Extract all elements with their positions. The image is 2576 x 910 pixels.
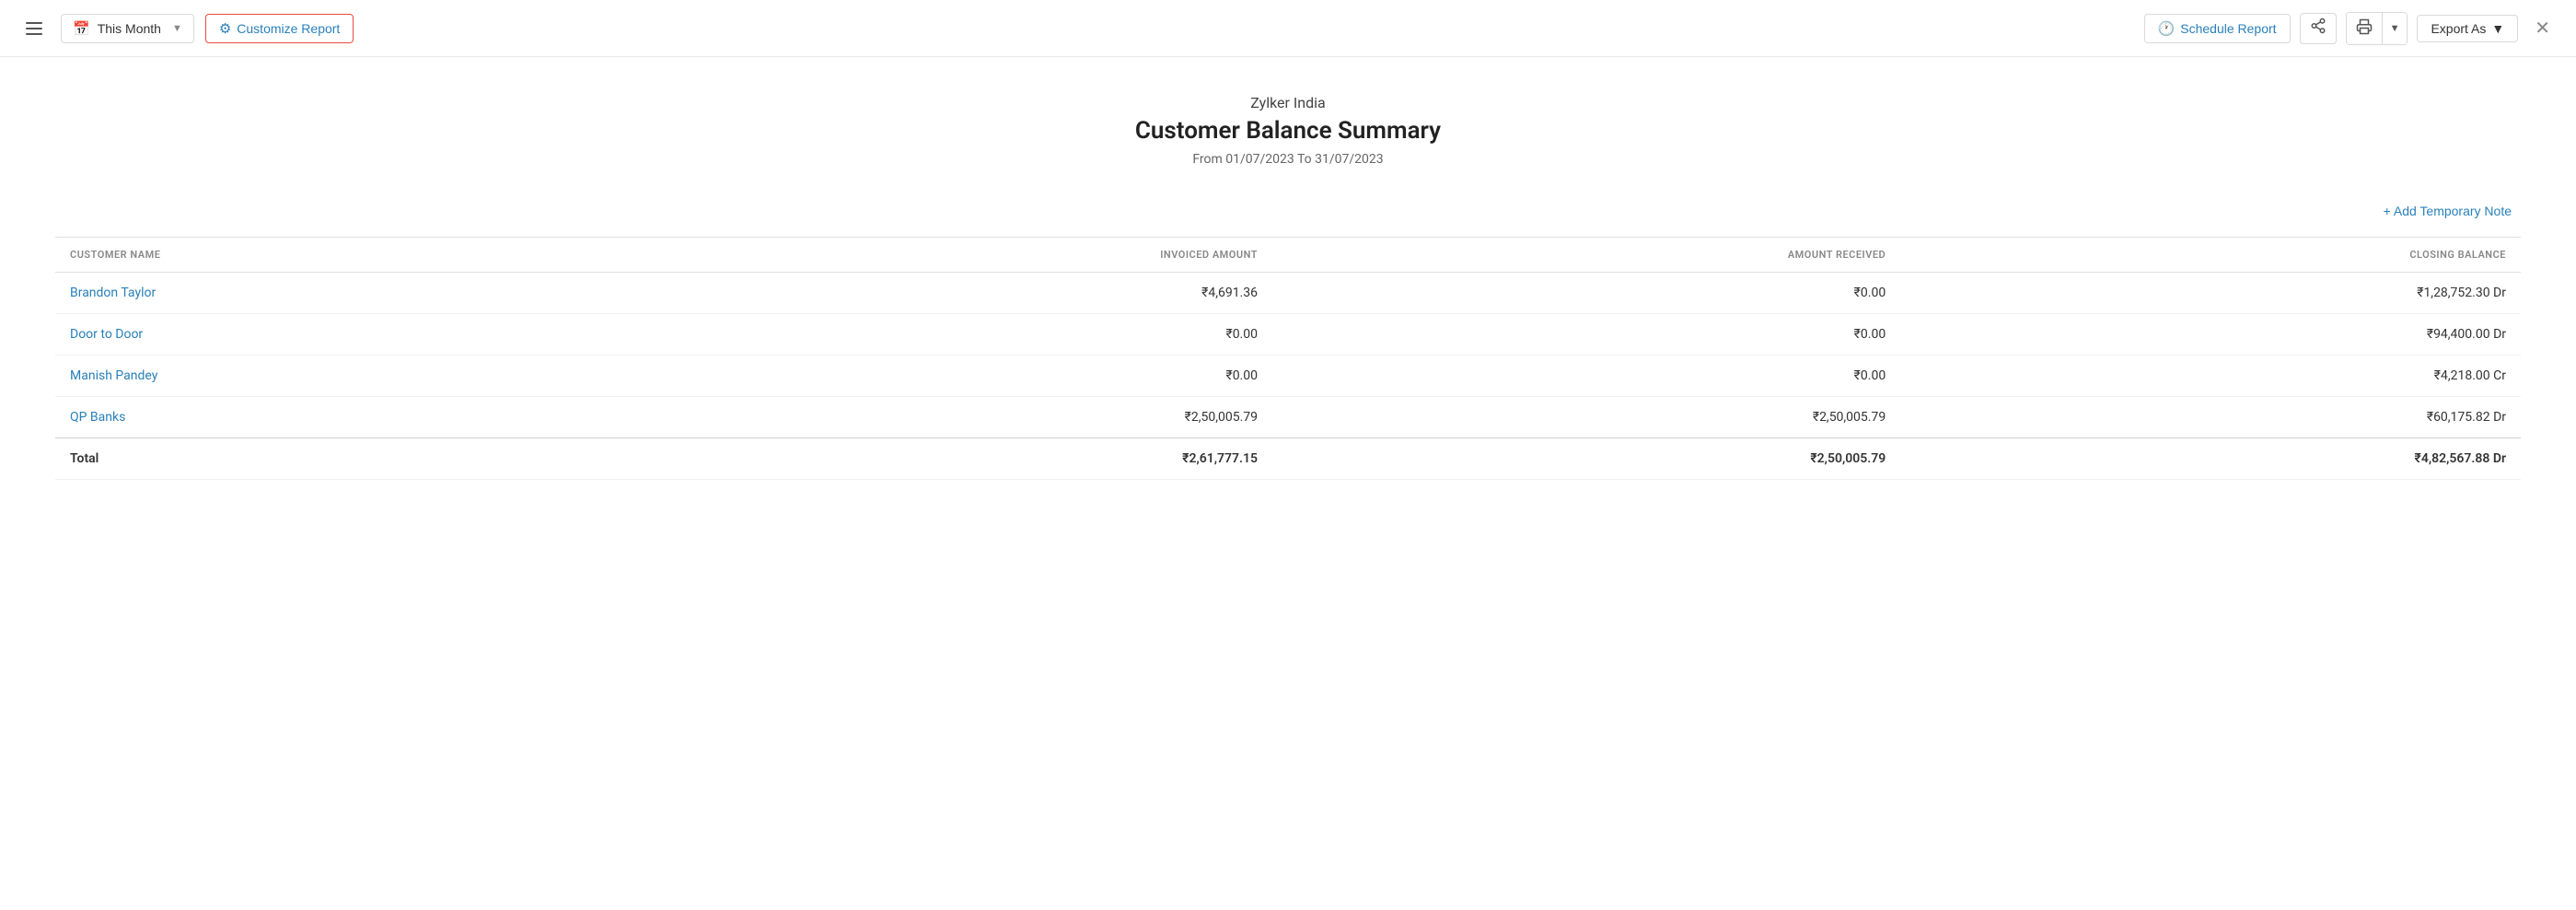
report-content: Zylker India Customer Balance Summary Fr… [0, 57, 2576, 517]
col-invoiced-amount: INVOICED AMOUNT [647, 238, 1272, 273]
print-dropdown-button[interactable]: ▼ [2383, 13, 2408, 44]
table-row: QP Banks ₹2,50,005.79 ₹2,50,005.79 ₹60,1… [55, 397, 2521, 438]
closing-balance-cell: ₹94,400.00 Dr [1900, 314, 2521, 356]
total-row: Total ₹2,61,777.15 ₹2,50,005.79 ₹4,82,56… [55, 438, 2521, 480]
export-label: Export As [2431, 21, 2486, 36]
table-row: Manish Pandey ₹0.00 ₹0.00 ₹4,218.00 Cr [55, 356, 2521, 397]
table-body: Brandon Taylor ₹4,691.36 ₹0.00 ₹1,28,752… [55, 273, 2521, 480]
date-selector-label: This Month [98, 21, 161, 36]
hamburger-line [26, 33, 42, 35]
company-name: Zylker India [55, 94, 2521, 111]
total-closing: ₹4,82,567.88 Dr [1900, 438, 2521, 480]
hamburger-line [26, 22, 42, 24]
total-invoiced: ₹2,61,777.15 [647, 438, 1272, 480]
closing-balance-cell: ₹4,218.00 Cr [1900, 356, 2521, 397]
export-button[interactable]: Export As ▼ [2417, 15, 2518, 42]
share-icon [2310, 18, 2327, 39]
date-selector-button[interactable]: 📅 This Month ▼ [61, 14, 194, 43]
report-date-range: From 01/07/2023 To 31/07/2023 [55, 152, 2521, 167]
print-button[interactable] [2347, 13, 2382, 44]
hamburger-line [26, 28, 42, 29]
header-right: 🕐 Schedule Report [2144, 12, 2558, 45]
header: 📅 This Month ▼ ⚙ Customize Report 🕐 Sche… [0, 0, 2576, 57]
table-row: Door to Door ₹0.00 ₹0.00 ₹94,400.00 Dr [55, 314, 2521, 356]
table-header-row: CUSTOMER NAME INVOICED AMOUNT AMOUNT REC… [55, 238, 2521, 273]
customize-report-label: Customize Report [237, 21, 340, 36]
total-received: ₹2,50,005.79 [1272, 438, 1900, 480]
table-header: CUSTOMER NAME INVOICED AMOUNT AMOUNT REC… [55, 238, 2521, 273]
customer-link-brandon-taylor[interactable]: Brandon Taylor [70, 286, 156, 300]
add-temporary-note-button[interactable]: + Add Temporary Note [2384, 204, 2512, 218]
customer-name-cell: QP Banks [55, 397, 647, 438]
schedule-report-button[interactable]: 🕐 Schedule Report [2144, 14, 2291, 43]
invoiced-amount-cell: ₹4,691.36 [647, 273, 1272, 314]
invoiced-amount-cell: ₹0.00 [647, 356, 1272, 397]
closing-balance-cell: ₹60,175.82 Dr [1900, 397, 2521, 438]
col-amount-received: AMOUNT RECEIVED [1272, 238, 1900, 273]
amount-received-cell: ₹0.00 [1272, 273, 1900, 314]
table-row: Brandon Taylor ₹4,691.36 ₹0.00 ₹1,28,752… [55, 273, 2521, 314]
report-header: Zylker India Customer Balance Summary Fr… [55, 94, 2521, 167]
customer-name-cell: Door to Door [55, 314, 647, 356]
total-label: Total [55, 438, 647, 480]
report-title: Customer Balance Summary [55, 117, 2521, 145]
customer-link-qp-banks[interactable]: QP Banks [70, 410, 125, 425]
share-button[interactable] [2300, 13, 2337, 44]
customer-link-manish-pandey[interactable]: Manish Pandey [70, 368, 157, 383]
col-closing-balance: CLOSING BALANCE [1900, 238, 2521, 273]
close-button[interactable]: ✕ [2527, 13, 2558, 43]
customize-report-button[interactable]: ⚙ Customize Report [205, 14, 354, 43]
gear-icon: ⚙ [219, 20, 231, 37]
schedule-report-label: Schedule Report [2180, 21, 2276, 36]
add-note-label: + Add Temporary Note [2384, 204, 2512, 218]
report-table: CUSTOMER NAME INVOICED AMOUNT AMOUNT REC… [55, 237, 2521, 480]
print-group: ▼ [2346, 12, 2408, 45]
print-icon [2356, 23, 2373, 39]
chevron-down-icon: ▼ [2390, 23, 2400, 34]
clock-icon: 🕐 [2158, 20, 2176, 37]
customer-link-door-to-door[interactable]: Door to Door [70, 327, 143, 342]
invoiced-amount-cell: ₹0.00 [647, 314, 1272, 356]
customer-name-cell: Manish Pandey [55, 356, 647, 397]
header-left: 📅 This Month ▼ ⚙ Customize Report [18, 14, 354, 43]
amount-received-cell: ₹0.00 [1272, 356, 1900, 397]
chevron-down-icon: ▼ [2491, 21, 2504, 36]
add-note-row: + Add Temporary Note [55, 204, 2521, 218]
closing-balance-cell: ₹1,28,752.30 Dr [1900, 273, 2521, 314]
invoiced-amount-cell: ₹2,50,005.79 [647, 397, 1272, 438]
customer-name-cell: Brandon Taylor [55, 273, 647, 314]
chevron-down-icon: ▼ [172, 23, 182, 34]
amount-received-cell: ₹0.00 [1272, 314, 1900, 356]
hamburger-button[interactable] [18, 15, 50, 42]
close-icon: ✕ [2535, 18, 2550, 39]
col-customer-name: CUSTOMER NAME [55, 238, 647, 273]
amount-received-cell: ₹2,50,005.79 [1272, 397, 1900, 438]
calendar-icon: 📅 [73, 20, 90, 37]
